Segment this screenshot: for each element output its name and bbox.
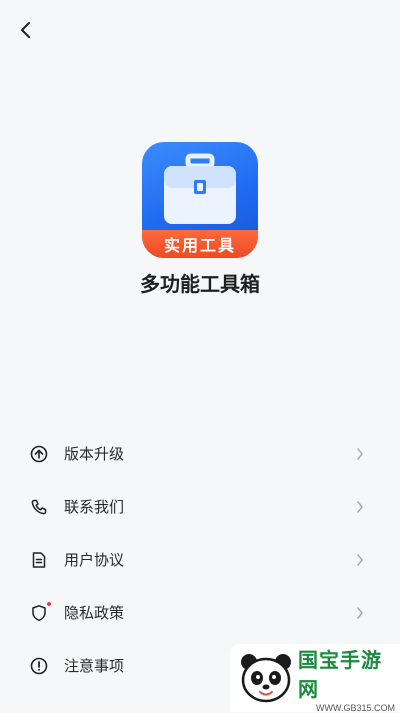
menu-item-privacy-policy[interactable]: 隐私政策 [0,586,400,639]
menu-item-label: 隐私政策 [64,604,125,622]
toolbox-icon [164,153,236,224]
phone-icon [30,498,48,516]
watermark: 国宝手游网 WWW.GB315.COM [230,644,400,713]
chevron-right-icon [356,447,366,461]
menu-item-label: 版本升级 [64,445,125,463]
shield-icon [30,601,51,622]
panda-logo-icon [238,650,294,706]
notification-dot [47,601,51,606]
menu-item-label: 用户协议 [64,551,125,569]
menu-item-label: 联系我们 [64,498,125,516]
chevron-right-icon [356,553,366,567]
document-icon [30,551,48,569]
watermark-title: 国宝手游网 [298,647,382,701]
logo-banner: 实用工具 [142,230,258,258]
chevron-right-icon [356,606,366,620]
menu-item-contact-us[interactable]: 联系我们 [0,480,400,533]
watermark-url: WWW.GB315.COM [316,702,396,713]
app-name: 多功能工具箱 [140,272,260,296]
upgrade-arrow-icon [30,445,48,463]
back-button[interactable] [12,16,40,44]
alert-icon [30,657,48,675]
menu-item-user-agreement[interactable]: 用户协议 [0,533,400,586]
chevron-left-icon [21,22,30,38]
app-logo: 实用工具 [142,142,258,258]
chevron-right-icon [356,500,366,514]
menu-item-version-upgrade[interactable]: 版本升级 [0,427,400,480]
